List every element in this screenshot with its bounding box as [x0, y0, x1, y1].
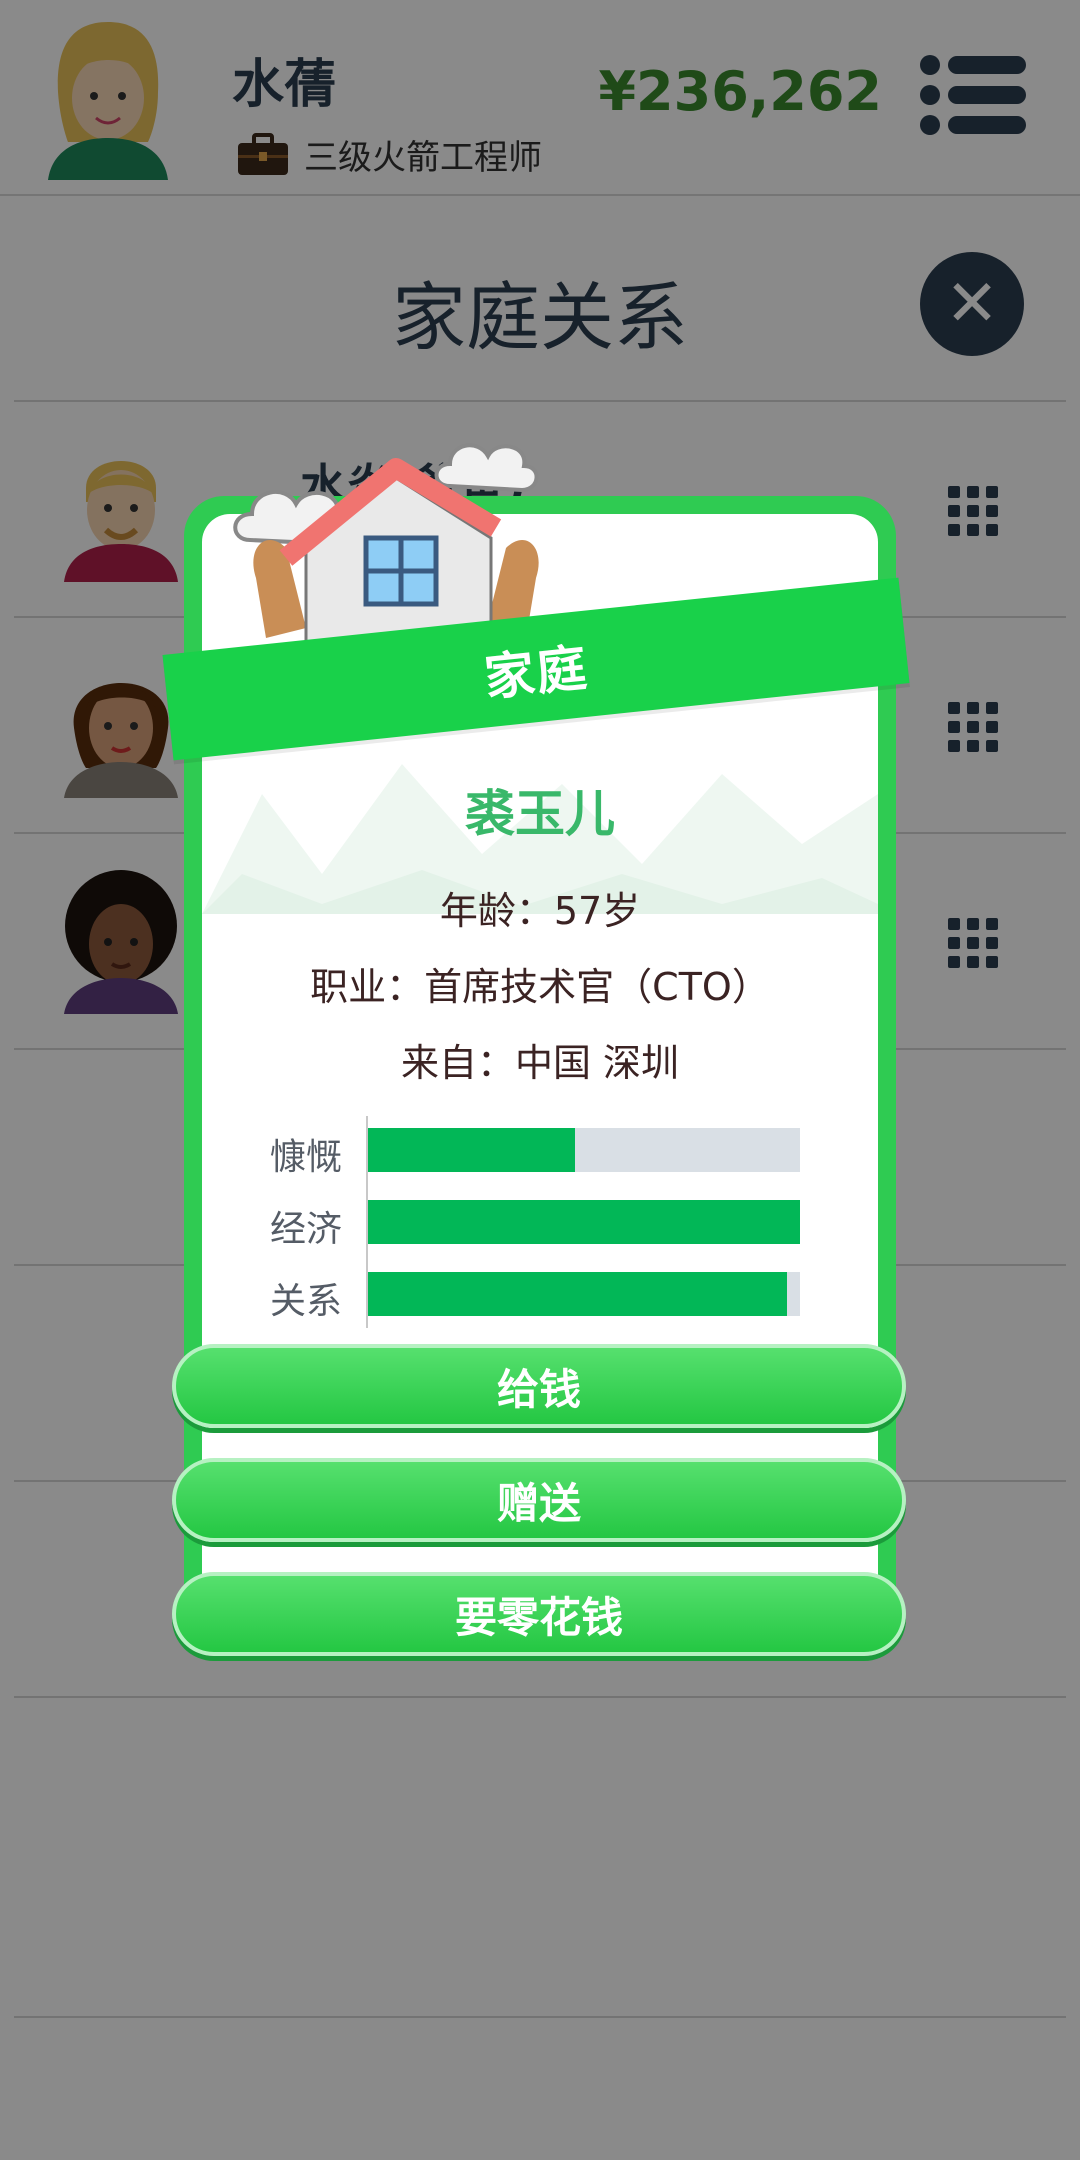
give-money-button[interactable]: 给钱: [172, 1344, 906, 1428]
ask-pocket-money-button[interactable]: 要零花钱: [172, 1572, 906, 1656]
stat-fill-economy: [368, 1200, 800, 1244]
gift-button[interactable]: 赠送: [172, 1458, 906, 1542]
person-origin: 来自：中国 深圳: [400, 1041, 680, 1085]
person-age: 年龄：57岁: [439, 889, 641, 933]
stat-label-relationship: 关系: [270, 1281, 343, 1322]
give-money-label: 给钱: [496, 1364, 581, 1414]
stat-fill-relationship: [368, 1272, 788, 1316]
stat-fill-generosity: [368, 1128, 576, 1172]
stat-bar-economy: [368, 1200, 800, 1244]
stat-bar-relationship: [368, 1272, 800, 1316]
stat-label-generosity: 慷慨: [270, 1137, 343, 1178]
ask-pocket-money-label: 要零花钱: [454, 1592, 623, 1642]
gift-label: 赠送: [496, 1478, 581, 1528]
person-occupation: 职业：首席技术官（CTO）: [310, 965, 770, 1009]
person-name: 裘玉儿: [465, 785, 615, 843]
stat-bar-generosity: [368, 1128, 800, 1172]
stat-label-economy: 经济: [270, 1209, 343, 1250]
modal-title: 家庭: [481, 638, 592, 708]
